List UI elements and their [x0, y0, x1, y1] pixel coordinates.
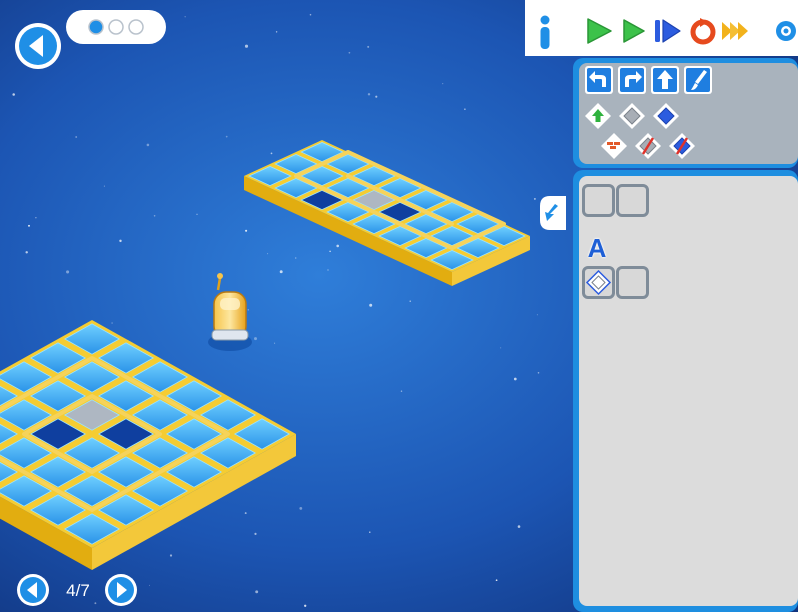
- next-level-button[interactable]: [104, 573, 138, 607]
- level-counter: 4/7: [66, 581, 90, 600]
- procedure-label: A: [587, 233, 607, 263]
- play-icon: [587, 18, 612, 44]
- star: [25, 251, 28, 254]
- progress-dot: [128, 19, 144, 35]
- star: [495, 579, 498, 582]
- star: [327, 269, 329, 271]
- star: [513, 377, 517, 381]
- star: [245, 229, 248, 232]
- star: [254, 532, 257, 536]
- star: [537, 372, 540, 374]
- play-button[interactable]: [584, 16, 614, 46]
- star: [111, 322, 113, 324]
- fast-forward-icon: [722, 22, 748, 40]
- star: [270, 152, 273, 155]
- star: [304, 604, 307, 607]
- star: [267, 253, 269, 255]
- progress-dot: [88, 19, 104, 35]
- star: [255, 590, 259, 594]
- turn-left-icon[interactable]: [585, 66, 613, 94]
- turn-right-icon[interactable]: [618, 66, 646, 94]
- star: [369, 531, 371, 533]
- fast-forward-button[interactable]: [720, 16, 750, 46]
- star: [225, 135, 228, 138]
- level-progress-indicator: [66, 10, 166, 44]
- star: [329, 250, 331, 253]
- condition-gray-tile-icon[interactable]: [618, 102, 646, 130]
- main-slot-2[interactable]: [616, 184, 649, 217]
- forward-icon[interactable]: [651, 66, 679, 94]
- info-button[interactable]: [528, 12, 562, 52]
- info-icon: [540, 15, 550, 49]
- star: [536, 314, 538, 316]
- star: [75, 136, 78, 138]
- procedure-slot-2[interactable]: [616, 266, 649, 299]
- collapse-panel-button[interactable]: [536, 196, 566, 230]
- condition-not-gray-icon[interactable]: [634, 132, 662, 160]
- star: [409, 300, 411, 302]
- star: [12, 93, 15, 96]
- star: [275, 31, 278, 33]
- star: [309, 13, 312, 16]
- star: [279, 270, 283, 274]
- procedure-slot-1[interactable]: [582, 266, 615, 299]
- star: [369, 303, 373, 307]
- star: [244, 44, 249, 48]
- reset-icon: [690, 18, 716, 45]
- star: [247, 309, 249, 311]
- play-step-icon: [623, 19, 645, 43]
- reset-button[interactable]: [688, 16, 718, 46]
- step-through-button[interactable]: [652, 16, 682, 46]
- star: [153, 215, 156, 217]
- star: [464, 108, 466, 111]
- star: [295, 257, 297, 259]
- star: [367, 45, 370, 48]
- star: [336, 244, 340, 248]
- star: [184, 16, 186, 18]
- star: [119, 239, 122, 243]
- star: [103, 185, 105, 187]
- star: [299, 506, 303, 510]
- condition-green-arrow-icon[interactable]: [584, 102, 612, 130]
- settings-button[interactable]: [772, 14, 798, 48]
- back-button[interactable]: [14, 22, 62, 70]
- progress-dot: [108, 19, 124, 35]
- star: [517, 525, 521, 528]
- star: [146, 143, 150, 147]
- condition-gray-tile-icon: [585, 269, 612, 296]
- step-button[interactable]: [620, 16, 650, 46]
- star: [35, 217, 37, 219]
- star: [148, 584, 150, 586]
- paint-brush-icon[interactable]: [684, 66, 712, 94]
- star: [28, 224, 30, 227]
- star: [367, 93, 371, 96]
- star: [66, 270, 70, 274]
- star: [348, 51, 351, 54]
- star: [169, 554, 173, 557]
- star: [500, 347, 502, 349]
- step-forward-icon: [655, 19, 681, 43]
- star: [442, 83, 444, 85]
- condition-wall-icon[interactable]: [600, 132, 628, 160]
- star: [254, 337, 257, 341]
- previous-level-button[interactable]: [16, 573, 50, 607]
- main-slot-1[interactable]: [582, 184, 615, 217]
- condition-blue-tile-icon[interactable]: [652, 102, 680, 130]
- star: [244, 512, 247, 515]
- star: [274, 342, 276, 344]
- star: [400, 390, 403, 392]
- condition-not-blue-icon[interactable]: [668, 132, 696, 160]
- star: [196, 213, 198, 215]
- gear-icon: [776, 21, 796, 41]
- star: [375, 95, 378, 98]
- star: [94, 602, 97, 605]
